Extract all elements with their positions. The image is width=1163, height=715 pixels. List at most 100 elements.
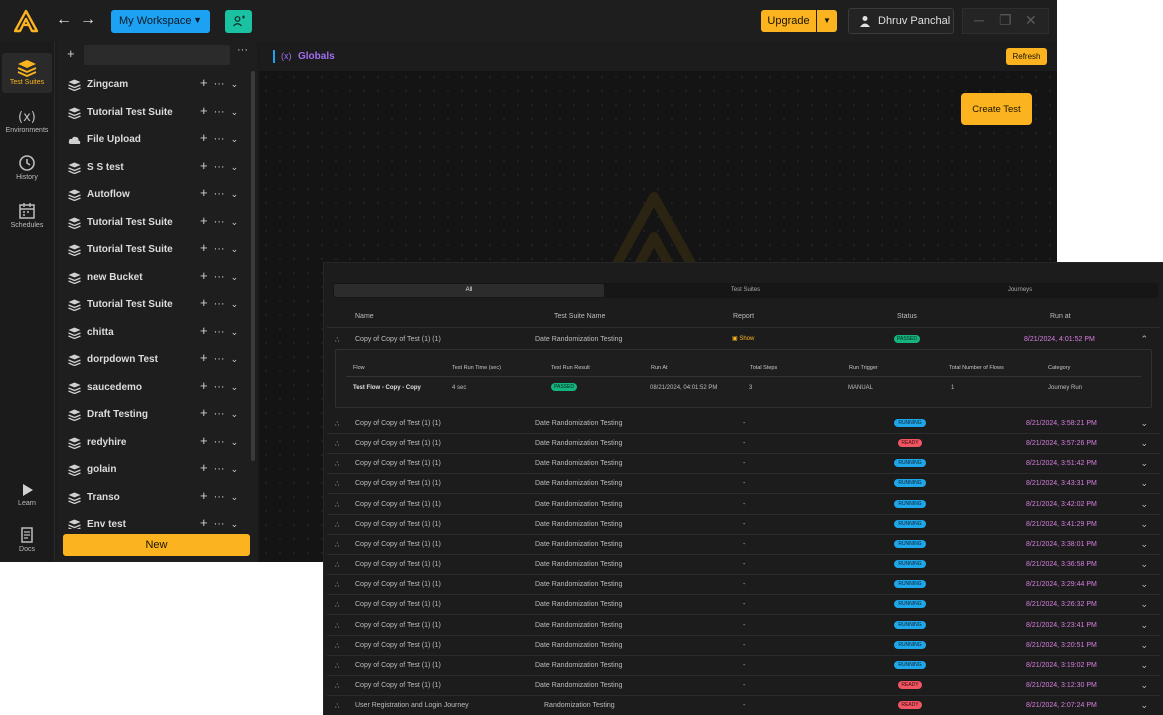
suite-item[interactable]: saucedemo + ··· ⌄ — [57, 374, 251, 401]
suite-item[interactable]: dorpdown Test + ··· ⌄ — [57, 346, 251, 373]
add-plus-icon[interactable]: + — [200, 405, 208, 420]
table-row[interactable]: ∴ Copy of Copy of Test (1) (1) Date Random… — [327, 675, 1160, 696]
chevron-down-icon[interactable]: ⌄ — [231, 409, 239, 419]
suite-item[interactable]: Tutorial Test Suite + ··· ⌄ — [57, 236, 251, 263]
chevron-down-icon[interactable]: ⌄ — [1140, 700, 1148, 711]
suite-item[interactable]: new Bucket + ··· ⌄ — [57, 264, 251, 291]
report-show-link[interactable]: ▣ Show — [732, 335, 754, 342]
suite-item[interactable]: Transo + ··· ⌄ — [57, 484, 251, 511]
more-icon[interactable]: ··· — [214, 518, 225, 529]
table-row[interactable]: ∴ Copy of Copy of Test (1) (1) Date Random… — [327, 635, 1160, 656]
upgrade-dropdown-button[interactable]: ▼ — [817, 10, 837, 32]
more-icon[interactable]: ··· — [214, 243, 225, 255]
more-icon[interactable]: ··· — [214, 491, 225, 503]
chevron-down-icon[interactable]: ⌄ — [1140, 519, 1148, 530]
add-plus-icon[interactable]: + — [200, 185, 208, 200]
suite-item[interactable]: golain + ··· ⌄ — [57, 456, 251, 483]
suite-item[interactable]: chitta + ··· ⌄ — [57, 319, 251, 346]
add-plus-icon[interactable]: + — [200, 240, 208, 255]
add-plus-icon[interactable]: + — [200, 433, 208, 448]
chevron-down-icon[interactable]: ⌄ — [1140, 458, 1148, 469]
suite-item[interactable]: Tutorial Test Suite + ··· ⌄ — [57, 99, 251, 126]
create-test-button[interactable]: Create Test — [961, 93, 1032, 125]
more-icon[interactable]: ··· — [214, 188, 225, 200]
table-row[interactable]: ∴ Copy of Copy of Test (1) (1) Date Random… — [327, 414, 1160, 434]
chevron-down-icon[interactable]: ⌄ — [1140, 478, 1148, 489]
forward-arrow-icon[interactable]: → — [80, 11, 96, 29]
chevron-down-icon[interactable]: ⌄ — [231, 217, 239, 227]
suite-item[interactable]: Tutorial Test Suite + ··· ⌄ — [57, 209, 251, 236]
more-icon[interactable]: ··· — [214, 353, 225, 365]
table-row-expanded[interactable]: ∴ Copy of Copy of Test (1) (1) Date Rand… — [327, 330, 1160, 350]
add-plus-icon[interactable]: + — [200, 488, 208, 503]
rail-item-schedules[interactable]: Schedules — [2, 202, 52, 229]
more-icon[interactable]: ··· — [214, 106, 225, 118]
maximize-icon[interactable]: ❐ — [999, 12, 1012, 29]
back-arrow-icon[interactable]: ← — [56, 11, 72, 29]
chevron-down-icon[interactable]: ⌄ — [231, 134, 239, 144]
more-icon[interactable]: ··· — [214, 161, 225, 173]
more-icon[interactable]: ··· — [214, 133, 225, 145]
rail-item-learn[interactable]: Learn — [2, 482, 52, 507]
table-row[interactable]: ∴ Copy of Copy of Test (1) (1) Date Random… — [327, 575, 1160, 596]
suite-item[interactable]: S S test + ··· ⌄ — [57, 154, 251, 181]
chevron-down-icon[interactable]: ⌄ — [1140, 620, 1148, 631]
more-icon[interactable]: ··· — [214, 216, 225, 228]
chevron-down-icon[interactable]: ⌄ — [1140, 539, 1148, 550]
column-header-status[interactable]: Status — [897, 313, 917, 320]
column-header-name[interactable]: Name — [355, 313, 374, 320]
table-row[interactable]: ∴ Copy of Copy of Test (1) (1) Date Random… — [327, 454, 1160, 475]
rail-item-test-suites[interactable]: Test Suites — [2, 53, 52, 93]
suite-item[interactable]: Autoflow + ··· ⌄ — [57, 181, 251, 208]
table-row[interactable]: ∴ Copy of Copy of Test (1) (1) Date Random… — [327, 615, 1160, 636]
add-plus-icon[interactable]: + — [200, 350, 208, 365]
chevron-down-icon[interactable]: ⌄ — [231, 519, 239, 529]
tab-test-suites[interactable]: Test Suites — [608, 284, 883, 297]
more-icon[interactable]: ··· — [214, 78, 225, 90]
close-icon[interactable]: ✕ — [1025, 12, 1037, 29]
chevron-down-icon[interactable]: ⌄ — [231, 464, 239, 474]
table-row[interactable]: ∴ Copy of Copy of Test (1) (1) Date Random… — [327, 534, 1160, 555]
chevron-down-icon[interactable]: ⌄ — [1140, 499, 1148, 510]
suite-item[interactable]: File Upload + ··· ⌄ — [57, 126, 251, 153]
table-row[interactable]: ∴ Copy of Copy of Test (1) (1) Date Random… — [327, 555, 1160, 576]
add-plus-icon[interactable]: + — [200, 213, 208, 228]
chevron-up-icon[interactable]: ⌃ — [1140, 334, 1148, 345]
table-row[interactable]: ∴ Copy of Copy of Test (1) (1) Date Random… — [327, 514, 1160, 535]
add-plus-icon[interactable]: + — [200, 378, 208, 393]
upgrade-button[interactable]: Upgrade — [761, 10, 816, 32]
more-icon[interactable]: ··· — [214, 298, 225, 310]
chevron-down-icon[interactable]: ⌄ — [1140, 660, 1148, 671]
add-plus-icon[interactable]: + — [200, 268, 208, 283]
invite-user-button[interactable] — [225, 10, 252, 33]
chevron-down-icon[interactable]: ⌄ — [231, 382, 239, 392]
rail-item-environments[interactable]: (x) Environments — [2, 107, 52, 134]
chevron-down-icon[interactable]: ⌄ — [1140, 579, 1148, 590]
chevron-down-icon[interactable]: ⌄ — [1140, 640, 1148, 651]
more-icon[interactable]: ··· — [214, 463, 225, 475]
chevron-down-icon[interactable]: ⌄ — [231, 189, 239, 199]
table-row[interactable]: ∴ User Registration and Login Journey Rand… — [327, 696, 1160, 715]
more-icon[interactable]: ··· — [214, 326, 225, 338]
add-plus-icon[interactable]: + — [200, 295, 208, 310]
chevron-down-icon[interactable]: ⌄ — [231, 244, 239, 254]
add-plus-icon[interactable]: + — [200, 158, 208, 173]
table-row[interactable]: ∴ Copy of Copy of Test (1) (1) Date Random… — [327, 434, 1160, 455]
suite-item[interactable]: Tutorial Test Suite + ··· ⌄ — [57, 291, 251, 318]
add-plus-icon[interactable]: + — [200, 460, 208, 475]
add-plus-icon[interactable]: + — [200, 515, 208, 529]
app-logo-icon[interactable] — [13, 9, 39, 38]
add-plus-icon[interactable]: + — [200, 103, 208, 118]
minimize-icon[interactable]: ─ — [974, 12, 984, 28]
globals-title[interactable]: Globals — [298, 51, 335, 62]
more-icon[interactable]: ··· — [214, 436, 225, 448]
table-row[interactable]: ∴ Copy of Copy of Test (1) (1) Date Random… — [327, 655, 1160, 676]
workspace-dropdown[interactable]: My Workspace ▼ — [111, 10, 210, 33]
chevron-down-icon[interactable]: ⌄ — [1140, 599, 1148, 610]
tab-all[interactable]: All — [334, 284, 604, 297]
column-header-suite[interactable]: Test Suite Name — [554, 313, 605, 320]
suite-search-input[interactable] — [84, 45, 230, 65]
chevron-down-icon[interactable]: ⌄ — [1140, 438, 1148, 449]
user-menu-button[interactable]: Dhruv Panchal — [848, 8, 954, 34]
add-plus-icon[interactable]: + — [200, 323, 208, 338]
